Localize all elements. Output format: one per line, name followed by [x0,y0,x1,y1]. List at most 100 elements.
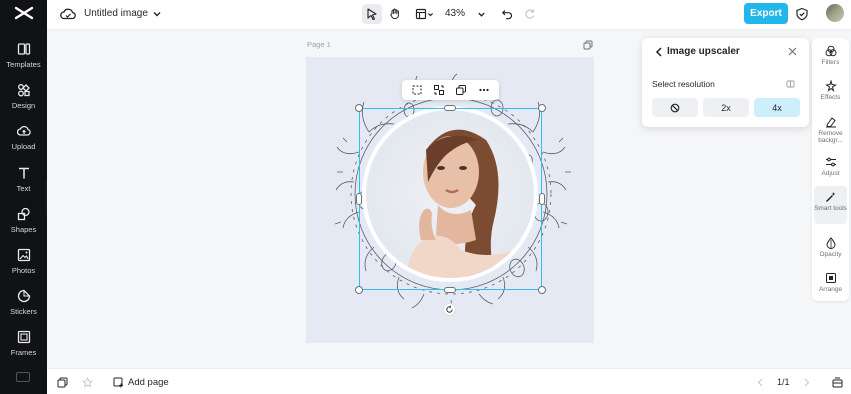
eraser-icon [825,117,836,128]
cursor-icon [367,8,377,20]
panel-item-label: Remove backgr... [818,130,843,144]
add-page-button[interactable]: Add page [128,377,169,388]
panel-item-label: Arrange [818,286,843,293]
export-button[interactable]: Export [744,3,788,24]
page-counter: 1/1 [777,377,790,387]
layers-icon[interactable] [57,377,68,388]
add-page-icon[interactable] [113,377,124,388]
layout-menu-button[interactable] [412,4,436,24]
undo-button[interactable] [497,4,517,24]
rail-item-label: Templates [6,60,41,69]
rail-item-label: Text [16,184,31,193]
none-icon [670,103,680,112]
stickers-icon [17,289,30,303]
top-bar: Untitled image 43% Export [47,0,851,30]
shapes-icon [17,207,30,221]
panel-item-opacity[interactable]: Opacity [814,232,847,270]
right-tool-panel: Filters Effects Remove backgr... Adjust … [812,38,849,301]
resolution-4x-button[interactable]: 4x [754,98,800,117]
magic-wand-icon [825,192,835,202]
rail-item-templates[interactable]: Templates [0,42,47,80]
avatar[interactable] [826,4,844,22]
undo-icon [501,10,513,20]
resize-handle-top-left[interactable] [355,104,363,112]
zoom-dropdown-button[interactable] [471,4,491,24]
image-upscaler-panel: Image upscaler Select resolution 2x 4x [642,38,809,127]
rail-item-label: Stickers [10,307,37,316]
page-panel-icon[interactable] [832,377,843,388]
shield-icon[interactable] [795,7,809,21]
rail-item-shapes[interactable]: Shapes [0,207,47,245]
rail-item-label: Shapes [10,225,37,234]
panel-item-effects[interactable]: Effects [814,75,847,113]
chevron-down-icon[interactable] [152,9,162,19]
resolution-2x-button[interactable]: 2x [703,98,749,117]
filters-icon [825,45,836,57]
resize-handle-top-right[interactable] [538,104,546,112]
rail-item-photos[interactable]: Photos [0,248,47,286]
more-tools-icon[interactable] [16,372,30,382]
redo-button[interactable] [519,4,539,24]
duplicate-icon[interactable] [455,84,467,96]
rail-item-frames[interactable]: Frames [0,330,47,368]
resolution-none-button[interactable] [652,98,698,117]
left-rail: Templates Design Upload Text Shapes Phot… [0,0,47,394]
cloud-sync-icon[interactable] [60,7,76,21]
panel-item-label: Opacity [819,251,842,258]
back-arrow-icon[interactable] [655,47,663,57]
close-icon[interactable] [788,47,797,56]
rail-item-stickers[interactable]: Stickers [0,289,47,327]
star-icon[interactable] [82,377,93,388]
hand-tool-button[interactable] [385,4,405,24]
chevron-left-icon[interactable] [755,377,766,388]
capcut-logo[interactable] [13,4,35,22]
chevron-right-icon[interactable] [801,377,812,388]
panel-item-smart-tools[interactable]: Smart tools [814,186,847,224]
duplicate-page-icon[interactable] [583,40,593,50]
text-icon [18,167,29,179]
resolution-label: Select resolution [652,79,715,89]
panel-item-label: Adjust [821,170,840,177]
panel-item-adjust[interactable]: Adjust [814,151,847,189]
rail-item-label: Frames [10,348,37,357]
bottom-bar: Add page 1/1 [47,368,851,394]
panel-item-filters[interactable]: Filters [814,40,847,78]
page-label: Page 1 [307,40,331,49]
selection-box[interactable] [359,108,542,290]
arrange-icon [825,273,836,283]
frames-icon [17,330,30,344]
panel-item-label: Effects [820,94,841,101]
rail-item-design[interactable]: Design [0,83,47,121]
more-icon[interactable] [478,84,490,96]
templates-icon [17,43,30,55]
rotate-handle[interactable] [443,303,456,316]
photos-icon [17,248,30,262]
upload-icon [16,125,31,136]
resize-handle-bottom[interactable] [444,287,456,293]
chevron-down-icon [477,12,485,17]
rail-item-label: Design [11,101,36,110]
rail-item-label: Upload [11,142,36,151]
resize-handle-top[interactable] [444,105,456,111]
crop-icon[interactable] [411,84,423,96]
rail-item-upload[interactable]: Upload [0,124,47,162]
select-tool-button[interactable] [362,4,382,24]
opacity-icon [825,237,836,249]
replace-icon[interactable] [433,84,445,96]
resize-handle-bottom-right[interactable] [538,286,546,294]
resize-handle-right[interactable] [539,193,545,205]
resize-handle-bottom-left[interactable] [355,286,363,294]
resize-handle-left[interactable] [356,193,362,205]
rail-item-label: Photos [11,266,36,275]
selection-toolbar [402,80,499,100]
panel-title: Image upscaler [667,46,740,57]
panel-item-arrange[interactable]: Arrange [814,267,847,305]
panel-item-remove-background[interactable]: Remove backgr... [814,111,847,149]
redo-icon [525,9,535,19]
zoom-level[interactable]: 43% [445,8,465,19]
layout-icon [415,8,426,20]
rail-item-text[interactable]: Text [0,166,47,204]
design-icon [17,84,30,97]
compare-icon[interactable] [786,80,795,88]
document-title[interactable]: Untitled image [84,8,148,19]
